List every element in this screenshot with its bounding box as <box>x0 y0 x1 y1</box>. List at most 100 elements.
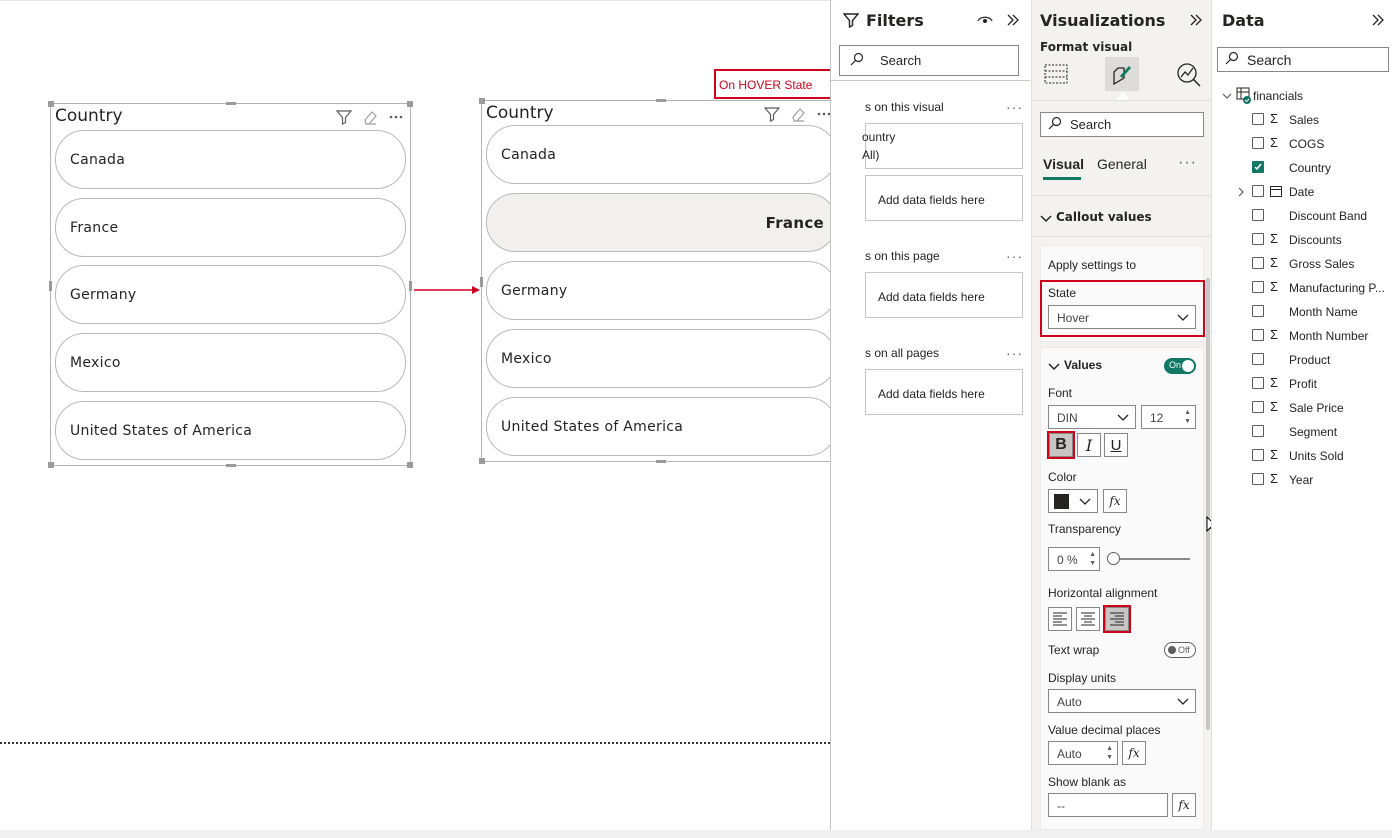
collapse-icon[interactable] <box>1370 12 1386 33</box>
filter-icon[interactable] <box>336 109 352 125</box>
filters-search[interactable]: Search <box>839 45 1019 76</box>
field-row[interactable]: Date <box>1212 182 1392 202</box>
field-row[interactable]: Σ COGS <box>1212 134 1392 154</box>
text-wrap-toggle[interactable]: Off <box>1164 642 1196 658</box>
country-slicer-default[interactable]: Country Canada France Germany Mexico Uni… <box>48 101 413 468</box>
field-checkbox[interactable] <box>1252 329 1264 341</box>
field-checkbox[interactable] <box>1252 209 1264 221</box>
chevron-down-icon[interactable] <box>1048 359 1060 377</box>
field-checkbox[interactable] <box>1252 137 1264 149</box>
field-checkbox[interactable] <box>1252 449 1264 461</box>
font-family-dropdown[interactable]: DIN <box>1048 405 1136 429</box>
add-fields-well[interactable]: Add data fields here <box>865 272 1023 318</box>
chevron-down-icon[interactable] <box>1040 211 1052 229</box>
display-units-dropdown[interactable]: Auto <box>1048 689 1196 713</box>
field-row[interactable]: Country <box>1212 158 1392 178</box>
field-checkbox[interactable] <box>1252 257 1264 269</box>
format-visual-icon[interactable] <box>1105 57 1139 91</box>
field-checkbox[interactable] <box>1252 401 1264 413</box>
slider-thumb[interactable] <box>1107 552 1120 565</box>
field-row[interactable]: Σ Units Sold <box>1212 446 1392 466</box>
slicer-tile[interactable]: Germany <box>55 265 406 324</box>
resize-handle[interactable] <box>407 101 413 107</box>
chevron-right-icon[interactable] <box>1236 186 1246 200</box>
values-header[interactable]: Values <box>1064 358 1102 372</box>
slicer-tile[interactable]: Canada <box>486 125 837 184</box>
field-checkbox[interactable] <box>1252 233 1264 245</box>
collapse-icon[interactable] <box>1005 12 1021 33</box>
slicer-tile[interactable]: United States of America <box>486 397 837 456</box>
field-checkbox[interactable] <box>1252 281 1264 293</box>
field-checkbox[interactable] <box>1252 377 1264 389</box>
slicer-tile[interactable]: Canada <box>55 130 406 189</box>
more-options-icon[interactable]: ··· <box>1006 248 1023 264</box>
color-picker[interactable] <box>1048 489 1098 513</box>
analytics-icon[interactable] <box>1174 60 1202 93</box>
font-size-stepper[interactable]: 12 ▲ ▼ <box>1141 405 1196 429</box>
slicer-tile[interactable]: Germany <box>486 261 837 320</box>
more-options-icon[interactable] <box>388 109 404 125</box>
field-row[interactable]: Σ Sales <box>1212 110 1392 130</box>
country-slicer-hover[interactable]: Country Canada France Germany Mexico Uni… <box>479 98 841 464</box>
eye-icon[interactable] <box>977 12 993 33</box>
slicer-tile[interactable]: Mexico <box>486 329 837 388</box>
field-checkbox[interactable] <box>1252 473 1264 485</box>
field-checkbox[interactable] <box>1252 113 1264 125</box>
resize-handle[interactable] <box>479 98 485 104</box>
filter-icon[interactable] <box>764 106 780 122</box>
field-checkbox[interactable] <box>1252 425 1264 437</box>
slicer-tile[interactable]: Mexico <box>55 333 406 392</box>
fx-button[interactable]: fx <box>1122 741 1146 765</box>
tab-general[interactable]: General <box>1097 156 1147 172</box>
resize-handle[interactable] <box>407 462 413 468</box>
resize-handle[interactable] <box>480 277 483 287</box>
add-fields-well[interactable]: Add data fields here <box>865 369 1023 415</box>
slicer-tile-hovered[interactable]: France <box>486 193 837 252</box>
italic-button[interactable]: I <box>1077 433 1101 457</box>
field-row[interactable]: Σ Sale Price <box>1212 398 1392 418</box>
fx-button[interactable]: fx <box>1172 793 1196 817</box>
field-row[interactable]: Discount Band <box>1212 206 1392 226</box>
field-checkbox[interactable] <box>1252 161 1264 173</box>
more-options-icon[interactable]: ··· <box>1006 99 1023 115</box>
resize-handle[interactable] <box>656 460 666 463</box>
field-row[interactable]: Σ Month Number <box>1212 326 1392 346</box>
resize-handle[interactable] <box>48 101 54 107</box>
align-right-button[interactable] <box>1105 607 1129 631</box>
callout-values-header[interactable]: Callout values <box>1056 210 1152 224</box>
resize-handle[interactable] <box>409 281 412 291</box>
field-checkbox[interactable] <box>1252 305 1264 317</box>
scrollbar[interactable] <box>1206 278 1210 730</box>
transparency-input[interactable]: 0 % ▲ ▼ <box>1048 547 1100 571</box>
state-dropdown[interactable]: Hover <box>1048 305 1196 329</box>
show-blank-input[interactable]: -- <box>1048 793 1168 817</box>
transparency-slider[interactable] <box>1110 558 1190 560</box>
collapse-icon[interactable] <box>1188 12 1204 33</box>
field-row[interactable]: Σ Discounts <box>1212 230 1392 250</box>
resize-handle[interactable] <box>226 464 236 467</box>
field-row[interactable]: Product <box>1212 350 1392 370</box>
field-row[interactable]: Month Name <box>1212 302 1392 322</box>
align-center-button[interactable] <box>1076 607 1100 631</box>
table-row[interactable]: financials <box>1212 86 1392 106</box>
align-left-button[interactable] <box>1048 607 1072 631</box>
filter-card-country[interactable]: ountry All) <box>862 123 1023 169</box>
fx-button[interactable]: fx <box>1103 489 1127 513</box>
field-row[interactable]: Σ Manufacturing P... <box>1212 278 1392 298</box>
field-row[interactable]: Σ Year <box>1212 470 1392 490</box>
eraser-icon[interactable] <box>362 109 378 125</box>
field-row[interactable]: Segment <box>1212 422 1392 442</box>
more-options-icon[interactable]: ··· <box>1178 154 1197 172</box>
field-row[interactable]: Σ Gross Sales <box>1212 254 1392 274</box>
data-search[interactable]: Search <box>1217 47 1389 72</box>
underline-button[interactable]: U <box>1104 433 1128 457</box>
eraser-icon[interactable] <box>790 106 806 122</box>
slicer-tile[interactable]: France <box>55 198 406 257</box>
visualizations-search[interactable]: Search <box>1040 112 1204 137</box>
field-row[interactable]: Σ Profit <box>1212 374 1392 394</box>
resize-handle[interactable] <box>49 281 52 291</box>
tab-visual[interactable]: Visual <box>1043 156 1084 172</box>
values-toggle[interactable]: On <box>1164 358 1196 374</box>
field-checkbox[interactable] <box>1252 185 1264 197</box>
resize-handle[interactable] <box>226 102 236 105</box>
